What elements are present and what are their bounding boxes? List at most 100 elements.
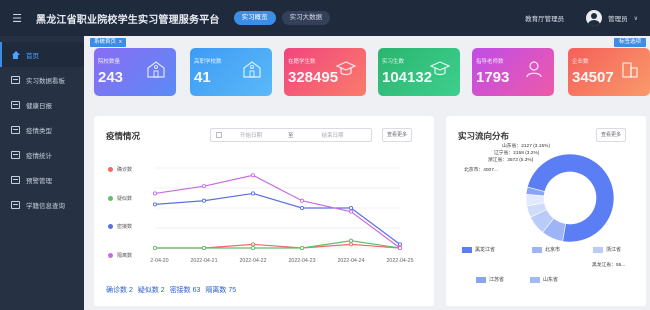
legend-swatch: [532, 246, 542, 253]
pie-legend-shandong[interactable]: 山东省: [530, 276, 558, 283]
sidebar-item-label: 疫情类型: [26, 127, 52, 135]
data-point[interactable]: [348, 238, 354, 243]
breadcrumb[interactable]: 系统首页 x: [90, 38, 126, 47]
stat-card-companies[interactable]: 企业数 34507: [568, 48, 650, 96]
sidebar-item-label: 实习数据看板: [26, 77, 65, 85]
legend-swatch: [462, 246, 472, 253]
data-point[interactable]: [397, 242, 403, 247]
legend-label: 密接数: [117, 224, 133, 230]
breadcrumb-label: 系统首页: [94, 39, 117, 45]
total-close-contact: 密接数 63: [169, 287, 201, 294]
close-icon[interactable]: x: [119, 39, 122, 45]
tab-internship-bigdata[interactable]: 实习大数据: [281, 11, 331, 25]
legend-label: 山东省: [543, 277, 559, 283]
stat-value: 243: [98, 69, 124, 86]
stat-label: 高职学校数: [194, 59, 222, 65]
sidebar-item-label: 学籍信息查询: [26, 202, 65, 210]
flow-more-button[interactable]: 查看更多: [596, 128, 627, 142]
stat-value: 34507: [572, 69, 614, 86]
stat-card-schools[interactable]: 院校数量 243: [94, 48, 176, 96]
chevron-down-icon[interactable]: ∨: [634, 15, 638, 22]
data-point[interactable]: [299, 205, 305, 211]
date-range-picker[interactable]: 开始日期 至 结束日期: [210, 128, 372, 142]
legend-suspected[interactable]: 疑似数: [108, 195, 132, 202]
school-icon: [243, 61, 261, 78]
sidebar-item-home[interactable]: 首页: [0, 42, 84, 67]
sidebar-item-warning[interactable]: 预警管理: [0, 167, 84, 192]
pie-legend-zhejiang[interactable]: 浙江省: [593, 246, 621, 253]
stat-card-interns[interactable]: 实习生数 104132: [378, 48, 460, 96]
x-tick-label: 2022-04-25: [386, 258, 413, 264]
stat-label: 企业数: [572, 59, 589, 65]
data-point[interactable]: [250, 191, 256, 196]
graduation-cap-icon: [336, 61, 356, 76]
sidebar-item-internship-board[interactable]: 实习数据看板: [0, 67, 84, 92]
legend-close-contact[interactable]: 密接数: [108, 223, 132, 230]
app-title: 黑龙江省职业院校学生实习管理服务平台: [36, 14, 220, 26]
sidebar-item-label: 健康日报: [26, 102, 52, 110]
pie-legend-jiangsu[interactable]: 江苏省: [476, 276, 504, 283]
graduation-cap-icon: [430, 61, 450, 76]
sidebar: 首页 实习数据看板 健康日报 疫情类型 疫情统计 预警管理 学籍信息查询: [0, 36, 84, 310]
sidebar-item-student-query[interactable]: 学籍信息查询: [0, 192, 84, 217]
legend-confirmed[interactable]: 确诊数: [108, 166, 132, 173]
stat-label: 院校数量: [98, 59, 121, 65]
legend-swatch: [530, 276, 540, 283]
data-point[interactable]: [250, 242, 256, 247]
data-point[interactable]: [152, 191, 158, 196]
data-point[interactable]: [348, 209, 354, 214]
user-name[interactable]: 管理员: [608, 13, 628, 23]
series-line: [155, 240, 401, 249]
list-icon: [11, 175, 20, 184]
data-point[interactable]: [299, 245, 305, 251]
stat-card-students[interactable]: 在籍学生数 328495: [284, 48, 366, 96]
menu-toggle-icon[interactable]: ☰: [6, 12, 28, 25]
total-suspected: 疑似数 2: [137, 287, 165, 294]
data-point[interactable]: [397, 245, 403, 251]
data-point[interactable]: [348, 205, 354, 211]
data-point[interactable]: [250, 245, 256, 251]
total-quarantine: 隔离数 75: [205, 287, 237, 294]
data-point[interactable]: [152, 245, 158, 251]
pie-legend-beijing[interactable]: 北京市: [532, 246, 560, 253]
sidebar-item-epidemic-type[interactable]: 疫情类型: [0, 117, 84, 142]
pie-legend-heilongjiang[interactable]: 黑龙江省: [462, 246, 495, 253]
annotation-liaoning: 辽宁省：2158 (3.2%): [494, 151, 540, 156]
school-icon: [147, 61, 165, 78]
legend-label: 隔离数: [117, 253, 133, 259]
flow-title: 实习流向分布: [458, 131, 510, 141]
epidemic-more-button[interactable]: 查看更多: [382, 128, 413, 142]
data-point[interactable]: [201, 184, 207, 189]
legend-dot: [108, 167, 113, 172]
date-end-input[interactable]: 结束日期: [322, 131, 344, 139]
legend-label: 疑似数: [117, 196, 133, 202]
x-tick-label: 2022-04-21: [190, 258, 217, 264]
sidebar-item-label: 疫情统计: [26, 152, 52, 160]
legend-quarantine[interactable]: 隔离数: [108, 252, 132, 259]
data-point[interactable]: [201, 198, 207, 203]
legend-label: 江苏省: [489, 277, 505, 283]
x-tick-label: 2022-04-20: [150, 258, 169, 264]
stat-value: 104132: [382, 69, 433, 86]
avatar[interactable]: [586, 10, 603, 26]
sidebar-item-epidemic-stats[interactable]: 疫情统计: [0, 142, 84, 167]
tab-options-button[interactable]: 标签选项: [613, 38, 646, 47]
stat-label: 实习生数: [382, 59, 405, 65]
tab-internship-overview[interactable]: 实习概览: [233, 11, 276, 25]
epidemic-totals: 确诊数 2 疑似数 2 密接数 63 隔离数 75: [106, 285, 241, 295]
legend-swatch: [476, 276, 486, 283]
home-icon: [11, 50, 20, 59]
stat-card-teachers[interactable]: 指导老师数 1793: [472, 48, 554, 96]
date-start-input[interactable]: 开始日期: [240, 131, 262, 139]
data-point[interactable]: [201, 245, 207, 251]
series-line: [154, 174, 401, 249]
data-point[interactable]: [348, 242, 354, 247]
data-point[interactable]: [250, 173, 256, 178]
data-point[interactable]: [152, 202, 158, 207]
total-confirmed: 确诊数 2: [106, 287, 133, 294]
stat-card-vocational[interactable]: 高职学校数 41: [190, 48, 272, 96]
sidebar-item-health-daily[interactable]: 健康日报: [0, 92, 84, 117]
list-icon: [11, 125, 20, 134]
legend-label: 北京市: [545, 247, 561, 253]
data-point[interactable]: [299, 198, 305, 203]
